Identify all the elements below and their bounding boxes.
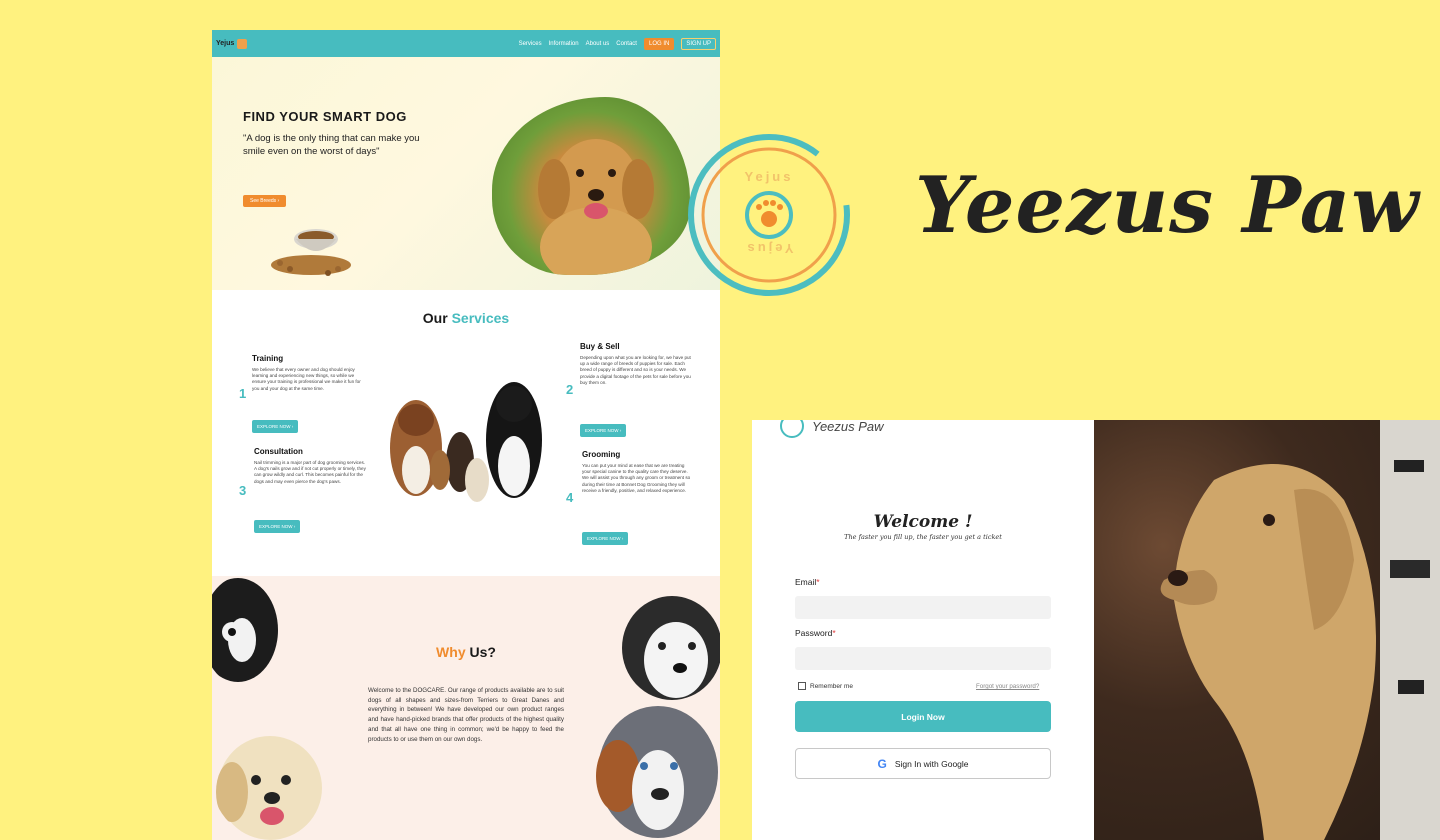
password-label-text: Password	[795, 628, 833, 638]
brand-wordmark: Yeezus Paw	[915, 160, 1420, 251]
nav-link-services[interactable]: Services	[519, 41, 542, 47]
navbar: Yejus Services Information About us Cont…	[212, 30, 720, 57]
website-mockup: Yejus Services Information About us Cont…	[212, 30, 720, 840]
remember-me[interactable]: Remember me	[798, 682, 853, 690]
email-label: Email*	[795, 577, 820, 587]
service-name: Grooming	[582, 450, 621, 459]
why-us-title-plain: Us?	[465, 644, 496, 660]
dog-food-bowl-image	[271, 229, 351, 276]
google-signin-button[interactable]: G Sign In with Google	[795, 748, 1051, 779]
service-name: Buy & Sell	[580, 342, 620, 351]
services-section: Our Services 1 Training We believe that …	[212, 290, 720, 576]
service-training: Training We believe that every owner and…	[252, 354, 364, 392]
badge-text-bottom: Yejus	[744, 241, 794, 256]
email-label-text: Email	[795, 577, 817, 587]
services-title-plain: Our	[422, 310, 452, 326]
login-now-button[interactable]: Login Now	[795, 701, 1051, 732]
why-us-section: Why Us? Welcome to the DOGCARE. Our rang…	[212, 576, 720, 840]
nav-link-about[interactable]: About us	[586, 41, 610, 47]
golden-puppy-image	[216, 736, 322, 840]
see-breeds-button[interactable]: See Breeds ›	[243, 195, 287, 207]
service-buy-sell: Buy & Sell Depending upon what you are l…	[580, 342, 692, 386]
nav-login-button[interactable]: LOG IN	[643, 37, 675, 50]
golden-retriever-portrait	[1160, 420, 1440, 840]
logo-ring-icon	[780, 420, 804, 438]
login-logo-text: Yeezus Paw	[812, 420, 884, 434]
service-number-2: 2	[566, 382, 574, 397]
nav-link-contact[interactable]: Contact	[616, 41, 637, 47]
explore-buy-sell-button[interactable]: EXPLORE NOW ›	[580, 424, 627, 437]
password-field[interactable]	[795, 647, 1051, 670]
service-number-4: 4	[566, 490, 574, 505]
hero-title: FIND YOUR SMART DOG	[243, 109, 407, 124]
brand-badge-logo: Yejus Yejus	[680, 133, 858, 297]
hero-section: FIND YOUR SMART DOG "A dog is the only t…	[212, 57, 720, 290]
service-number-3: 3	[239, 483, 247, 498]
dogs-group-image	[390, 382, 542, 502]
explore-consultation-button[interactable]: EXPLORE NOW ›	[254, 520, 301, 533]
nav-signup-button[interactable]: SIGN UP	[681, 37, 716, 50]
login-logo: Yeezus Paw	[780, 420, 884, 438]
border-collie-image	[212, 578, 278, 682]
service-name: Consultation	[254, 447, 303, 456]
password-label: Password*	[795, 628, 836, 638]
required-mark: *	[816, 577, 820, 587]
badge-text-top: Yejus	[744, 169, 794, 184]
logo-icon	[237, 38, 248, 49]
nav-logo[interactable]: Yejus	[216, 38, 248, 49]
services-title-accent: Services	[451, 310, 510, 326]
service-description: We believe that every owner and dog shou…	[252, 367, 361, 391]
service-description: Depending upon what you are looking for,…	[580, 355, 691, 385]
nav-links: Services Information About us Contact LO…	[519, 30, 716, 57]
google-signin-label: Sign In with Google	[894, 758, 969, 769]
login-panel: Yeezus Paw Welcome ! The faster you fill…	[752, 420, 1094, 840]
welcome-subtitle: The faster you fill up, the faster you g…	[844, 533, 1002, 541]
service-name: Training	[252, 354, 284, 363]
service-description: Nail trimming is a major part of dog gro…	[254, 460, 366, 484]
dog-portrait-photo	[1094, 420, 1440, 840]
service-description: You can put your mind at ease that we ar…	[582, 463, 691, 493]
forgot-password-link[interactable]: Forgot your password?	[976, 683, 1039, 690]
why-us-text: Welcome to the DOGCARE. Our range of pro…	[368, 687, 564, 743]
email-field[interactable]	[795, 596, 1051, 619]
hero-quote: "A dog is the only thing that can make y…	[243, 133, 420, 157]
why-us-title-accent: Why	[436, 644, 466, 660]
why-us-title: Why Us?	[212, 644, 720, 660]
golden-retriever-illustration	[538, 139, 654, 275]
service-consultation: Consultation Nail trimming is a major pa…	[254, 447, 366, 485]
explore-training-button[interactable]: EXPLORE NOW ›	[252, 420, 299, 433]
google-icon: G	[877, 756, 887, 771]
service-number-1: 1	[239, 386, 247, 401]
services-title: Our Services	[212, 310, 720, 326]
brand-badge-graphic	[688, 134, 850, 296]
remember-me-checkbox[interactable]	[798, 682, 806, 690]
explore-grooming-button[interactable]: EXPLORE NOW ›	[582, 532, 629, 545]
nav-link-information[interactable]: Information	[549, 41, 579, 47]
welcome-heading: Welcome !	[873, 512, 973, 532]
nav-logo-text: Yejus	[216, 40, 235, 47]
remember-me-label: Remember me	[810, 682, 853, 690]
service-grooming: Grooming You can put your mind at ease t…	[582, 450, 694, 494]
required-mark: *	[832, 628, 836, 638]
australian-shepherd-image	[596, 706, 718, 838]
golden-retriever-photo	[492, 97, 690, 275]
